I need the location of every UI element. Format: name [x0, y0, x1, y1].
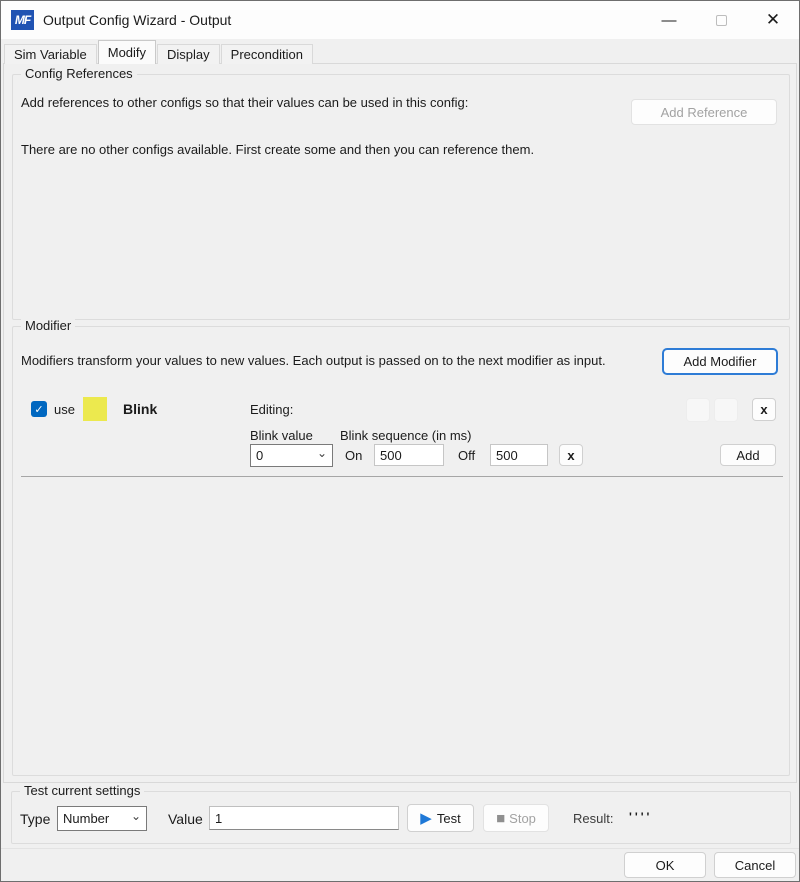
play-icon: ▶ — [420, 809, 432, 827]
tab-precondition[interactable]: Precondition — [221, 44, 313, 64]
modifier-group-title: Modifier — [21, 318, 75, 333]
test-type-select[interactable]: Number ⌄ — [57, 806, 147, 831]
modifier-name: Blink — [123, 401, 157, 417]
output-config-wizard-window: MF Output Config Wizard - Output — ✕ Sim… — [0, 0, 800, 882]
blink-on-input[interactable] — [374, 444, 444, 466]
minimize-button[interactable]: — — [643, 1, 695, 39]
blink-sequence-label: Blink sequence (in ms) — [340, 428, 472, 443]
tab-sim-variable[interactable]: Sim Variable — [4, 44, 97, 64]
stop-button: ■ Stop — [483, 804, 549, 832]
config-references-group-title: Config References — [21, 66, 137, 81]
modifier-row-separator — [21, 476, 783, 477]
add-reference-button[interactable]: Add Reference — [631, 99, 777, 125]
test-button[interactable]: ▶ Test — [407, 804, 474, 832]
minimize-icon: — — [662, 12, 677, 29]
move-modifier-down-button — [714, 398, 738, 422]
stop-icon: ■ — [496, 810, 505, 827]
add-sequence-button[interactable]: Add — [720, 444, 776, 466]
maximize-icon — [716, 15, 727, 26]
blink-value-select[interactable]: 0 ⌄ — [250, 444, 333, 467]
use-label: use — [54, 402, 75, 417]
close-icon: ✕ — [766, 10, 780, 30]
value-label: Value — [168, 811, 203, 827]
ok-button[interactable]: OK — [624, 852, 706, 878]
tab-strip: Sim Variable Modify Display Precondition — [4, 41, 314, 64]
move-modifier-up-button — [686, 398, 710, 422]
test-type-selected: Number — [63, 811, 109, 826]
type-label: Type — [20, 811, 50, 827]
window-controls: — ✕ — [643, 1, 799, 39]
test-settings-group-title: Test current settings — [20, 783, 144, 798]
add-modifier-button[interactable]: Add Modifier — [662, 348, 778, 375]
footer-divider — [1, 848, 799, 849]
stop-button-label: Stop — [509, 811, 536, 826]
titlebar: MF Output Config Wizard - Output — ✕ — [1, 1, 799, 39]
config-references-group: Config References Add references to othe… — [12, 74, 790, 320]
editing-label: Editing: — [250, 402, 293, 417]
test-settings-group: Test current settings Type Number ⌄ Valu… — [11, 791, 791, 844]
tab-display[interactable]: Display — [157, 44, 220, 64]
config-references-description: Add references to other configs so that … — [21, 95, 468, 110]
remove-modifier-button[interactable]: x — [752, 398, 776, 421]
use-modifier-checkbox[interactable]: ✓ — [31, 401, 47, 417]
blink-off-input[interactable] — [490, 444, 548, 466]
tab-modify[interactable]: Modify — [98, 40, 156, 64]
config-references-empty-message: There are no other configs available. Fi… — [21, 142, 534, 157]
chevron-down-icon: ⌄ — [131, 810, 141, 822]
blink-value-label: Blink value — [250, 428, 313, 443]
modifier-group: Modifier Modifiers transform your values… — [12, 326, 790, 776]
cancel-button[interactable]: Cancel — [714, 852, 796, 878]
chevron-down-icon: ⌄ — [317, 447, 327, 459]
check-icon: ✓ — [34, 403, 43, 416]
off-label: Off — [458, 448, 475, 463]
test-button-label: Test — [437, 811, 461, 826]
result-label: Result: — [573, 811, 613, 826]
modifier-color-swatch[interactable] — [83, 397, 107, 421]
window-title: Output Config Wizard - Output — [43, 12, 231, 28]
on-label: On — [345, 448, 362, 463]
modify-tab-page: Config References Add references to othe… — [3, 63, 797, 783]
remove-sequence-button[interactable]: x — [559, 444, 583, 466]
test-value-input[interactable] — [209, 806, 399, 830]
maximize-button — [695, 1, 747, 39]
modifier-description: Modifiers transform your values to new v… — [21, 353, 606, 368]
close-button[interactable]: ✕ — [747, 1, 799, 39]
app-logo-icon: MF — [11, 10, 34, 30]
blink-value-selected: 0 — [256, 448, 263, 463]
result-value: '''' — [629, 810, 652, 824]
